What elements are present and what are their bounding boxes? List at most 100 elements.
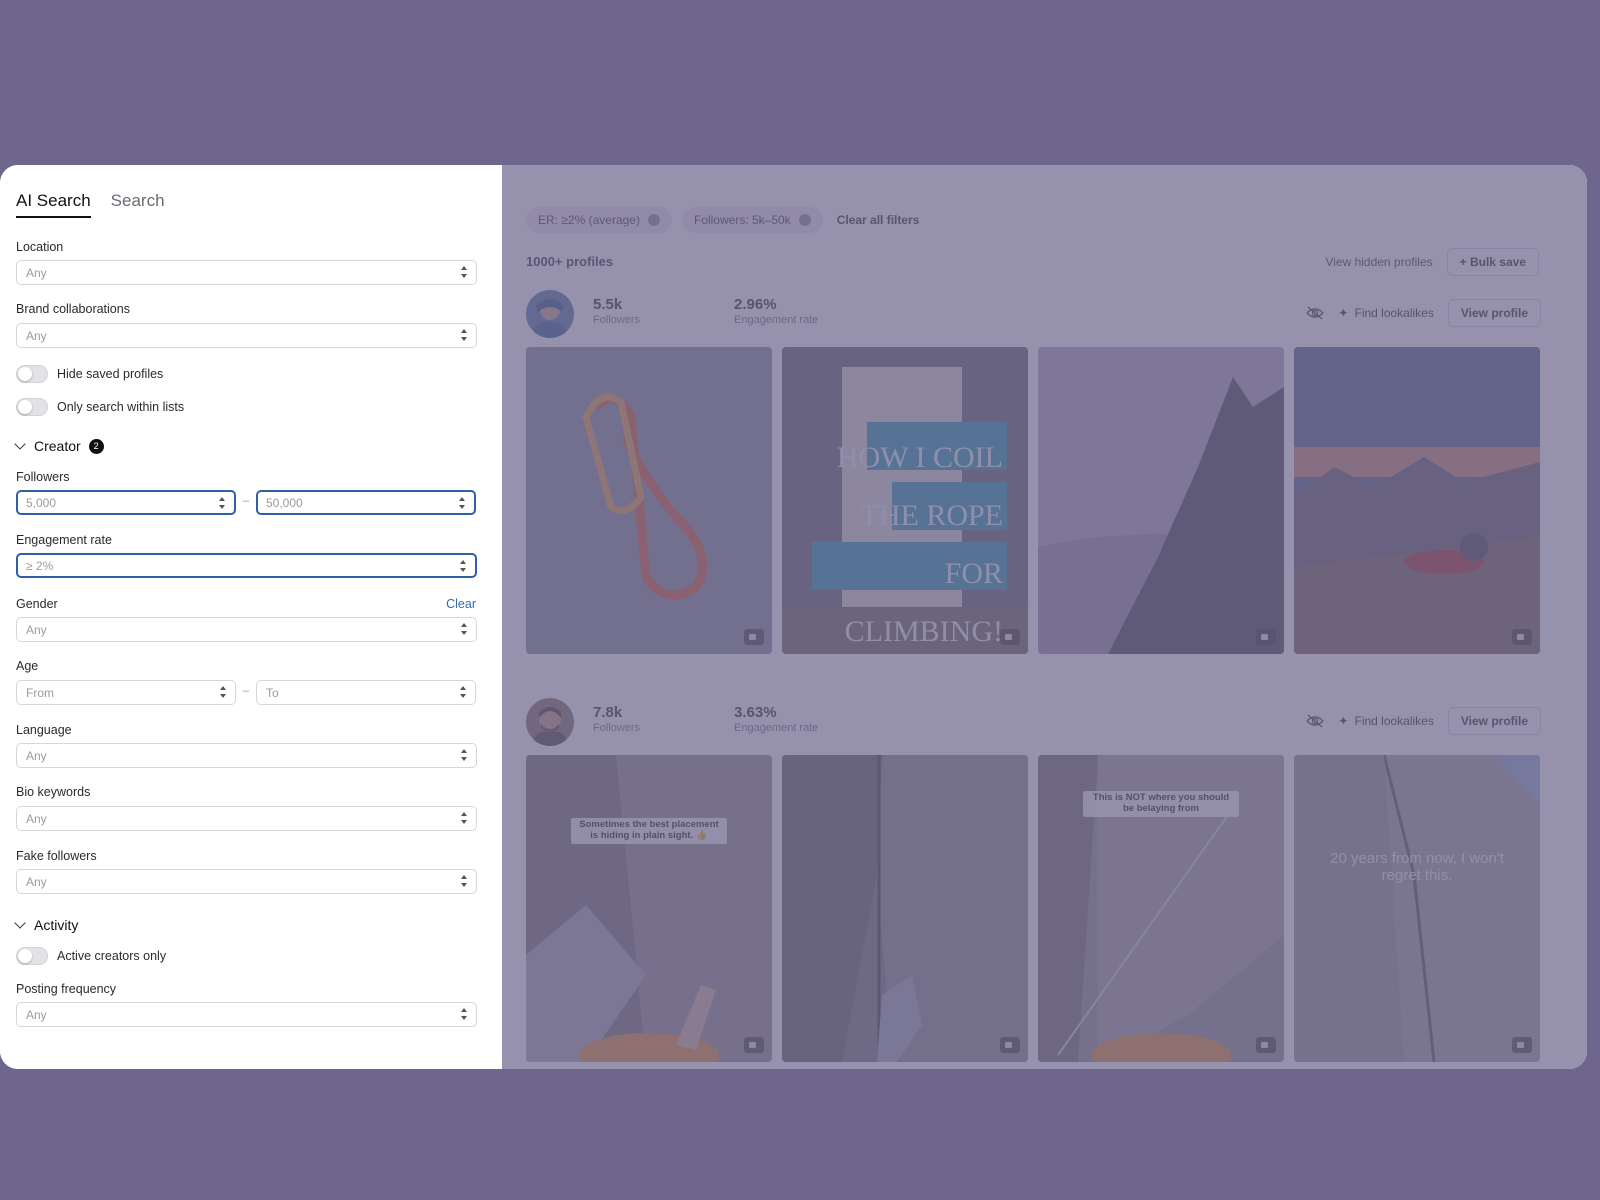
post-caption: 20 years from now, I won't regret this.	[1330, 850, 1504, 885]
activity-section-header[interactable]: Activity	[14, 917, 79, 933]
age-to-select[interactable]: To	[256, 680, 476, 705]
hide-profile-icon[interactable]	[1306, 714, 1325, 728]
sparkle-icon: ✦	[1338, 714, 1349, 728]
only-lists-toggle[interactable]	[16, 398, 48, 416]
age-from-value: From	[26, 686, 54, 700]
creator-section-title: Creator	[34, 438, 81, 454]
filter-panel: AI Search Search Location Any Brand coll…	[0, 165, 502, 1069]
updown-icon	[460, 1008, 467, 1020]
post-thumbnail[interactable]: HOW I COIL THE ROPE FOR CLIMBING!	[782, 347, 1028, 654]
results-count: 1000+ profiles	[526, 254, 614, 269]
hide-profile-icon[interactable]	[1306, 306, 1325, 320]
view-hidden-profiles-button[interactable]: View hidden profiles	[1325, 255, 1432, 269]
active-only-label: Active creators only	[57, 949, 167, 963]
find-lookalikes-label: Find lookalikes	[1354, 714, 1434, 728]
updown-icon	[460, 875, 467, 887]
location-value: Any	[26, 266, 47, 280]
post-caption: This is NOT where you should be belaying…	[1083, 791, 1239, 817]
video-icon	[1256, 1037, 1276, 1053]
post-thumbnail[interactable]	[526, 347, 772, 654]
gender-value: Any	[26, 623, 47, 637]
creator-section-header[interactable]: Creator 2	[14, 438, 104, 454]
bulk-save-button[interactable]: + Bulk save	[1446, 248, 1539, 276]
engagement-value: 2.96%	[734, 296, 777, 313]
post-thumbnails: HOW I COIL THE ROPE FOR CLIMBING!	[526, 347, 1540, 654]
updown-icon	[460, 329, 467, 341]
post-caption: HOW I COIL THE ROPE FOR CLIMBING!	[836, 441, 1003, 648]
video-icon	[1512, 629, 1532, 645]
followers-max-input[interactable]: 50,000	[256, 490, 476, 515]
brand-select[interactable]: Any	[16, 323, 477, 348]
only-lists-row: Only search within lists	[16, 398, 184, 416]
range-separator: –	[243, 685, 250, 697]
brand-value: Any	[26, 329, 47, 343]
language-label: Language	[16, 723, 72, 737]
range-separator: –	[243, 495, 250, 507]
filter-chip-er[interactable]: ER: ≥2% (average)	[526, 207, 672, 233]
followers-min-input[interactable]: 5,000	[16, 490, 236, 515]
followers-label: Followers	[593, 722, 641, 734]
followers-stat: 5.5k Followers	[593, 296, 640, 326]
post-thumbnail[interactable]	[782, 755, 1028, 1062]
followers-value: 5.5k	[593, 296, 623, 313]
chip-label: ER: ≥2% (average)	[538, 213, 640, 227]
creator-count-badge: 2	[88, 438, 104, 454]
engagement-value: ≥ 2%	[26, 559, 54, 573]
engagement-value: 3.63%	[734, 704, 777, 721]
age-from-select[interactable]: From	[16, 680, 236, 705]
followers-label: Followers	[593, 314, 641, 326]
view-profile-button[interactable]: View profile	[1447, 299, 1541, 327]
brand-label: Brand collaborations	[16, 302, 130, 316]
bio-select[interactable]: Any	[16, 806, 477, 831]
gender-select[interactable]: Any	[16, 617, 477, 642]
chip-label: Followers: 5k–50k	[693, 213, 791, 227]
filter-chip-followers[interactable]: Followers: 5k–50k	[681, 207, 823, 233]
bio-label: Bio keywords	[16, 785, 91, 799]
engagement-select[interactable]: ≥ 2%	[16, 553, 477, 578]
remove-chip-icon[interactable]	[798, 214, 811, 226]
find-lookalikes-button[interactable]: ✦ Find lookalikes	[1338, 714, 1433, 728]
view-profile-button[interactable]: View profile	[1447, 707, 1541, 735]
post-thumbnail[interactable]	[1294, 347, 1540, 654]
video-icon	[1256, 629, 1276, 645]
avatar[interactable]	[526, 698, 574, 746]
activity-section-title: Activity	[34, 917, 79, 933]
engagement-label: Engagement rate	[734, 314, 819, 326]
video-icon	[744, 1037, 764, 1053]
posting-label: Posting frequency	[16, 982, 117, 996]
remove-chip-icon[interactable]	[647, 214, 660, 226]
post-caption: Sometimes the best placement is hiding i…	[571, 818, 727, 844]
location-label: Location	[16, 240, 64, 254]
tab-ai-search[interactable]: AI Search	[16, 191, 91, 218]
chevron-down-icon	[14, 438, 26, 450]
gender-clear-link[interactable]: Clear	[446, 597, 476, 611]
updown-icon	[218, 497, 225, 509]
fake-select[interactable]: Any	[16, 869, 477, 894]
hide-saved-toggle[interactable]	[16, 365, 48, 383]
posting-select[interactable]: Any	[16, 1002, 477, 1027]
fake-value: Any	[26, 875, 47, 889]
post-thumbnail[interactable]: This is NOT where you should be belaying…	[1038, 755, 1284, 1062]
location-select[interactable]: Any	[16, 260, 477, 285]
find-lookalikes-button[interactable]: ✦ Find lookalikes	[1338, 306, 1433, 320]
active-only-toggle[interactable]	[16, 947, 48, 965]
post-thumbnail[interactable]: Sometimes the best placement is hiding i…	[526, 755, 772, 1062]
language-select[interactable]: Any	[16, 743, 477, 768]
video-icon	[1000, 629, 1020, 645]
only-lists-label: Only search within lists	[57, 400, 185, 414]
post-thumbnail[interactable]	[1038, 347, 1284, 654]
clear-all-filters-button[interactable]: Clear all filters	[837, 213, 920, 227]
avatar[interactable]	[526, 290, 574, 338]
video-icon	[1000, 1037, 1020, 1053]
language-value: Any	[26, 749, 47, 763]
post-thumbnail[interactable]: 20 years from now, I won't regret this.	[1294, 755, 1540, 1062]
tab-search[interactable]: Search	[111, 191, 165, 218]
updown-icon	[219, 686, 226, 698]
creator-actions: ✦ Find lookalikes View profile	[1306, 707, 1541, 735]
active-filter-chips: ER: ≥2% (average) Followers: 5k–50k Clea…	[526, 207, 919, 233]
updown-icon	[460, 266, 467, 278]
followers-value: 7.8k	[593, 704, 623, 721]
bio-value: Any	[26, 812, 47, 826]
video-icon	[744, 629, 764, 645]
engagement-stat: 2.96% Engagement rate	[734, 296, 818, 326]
